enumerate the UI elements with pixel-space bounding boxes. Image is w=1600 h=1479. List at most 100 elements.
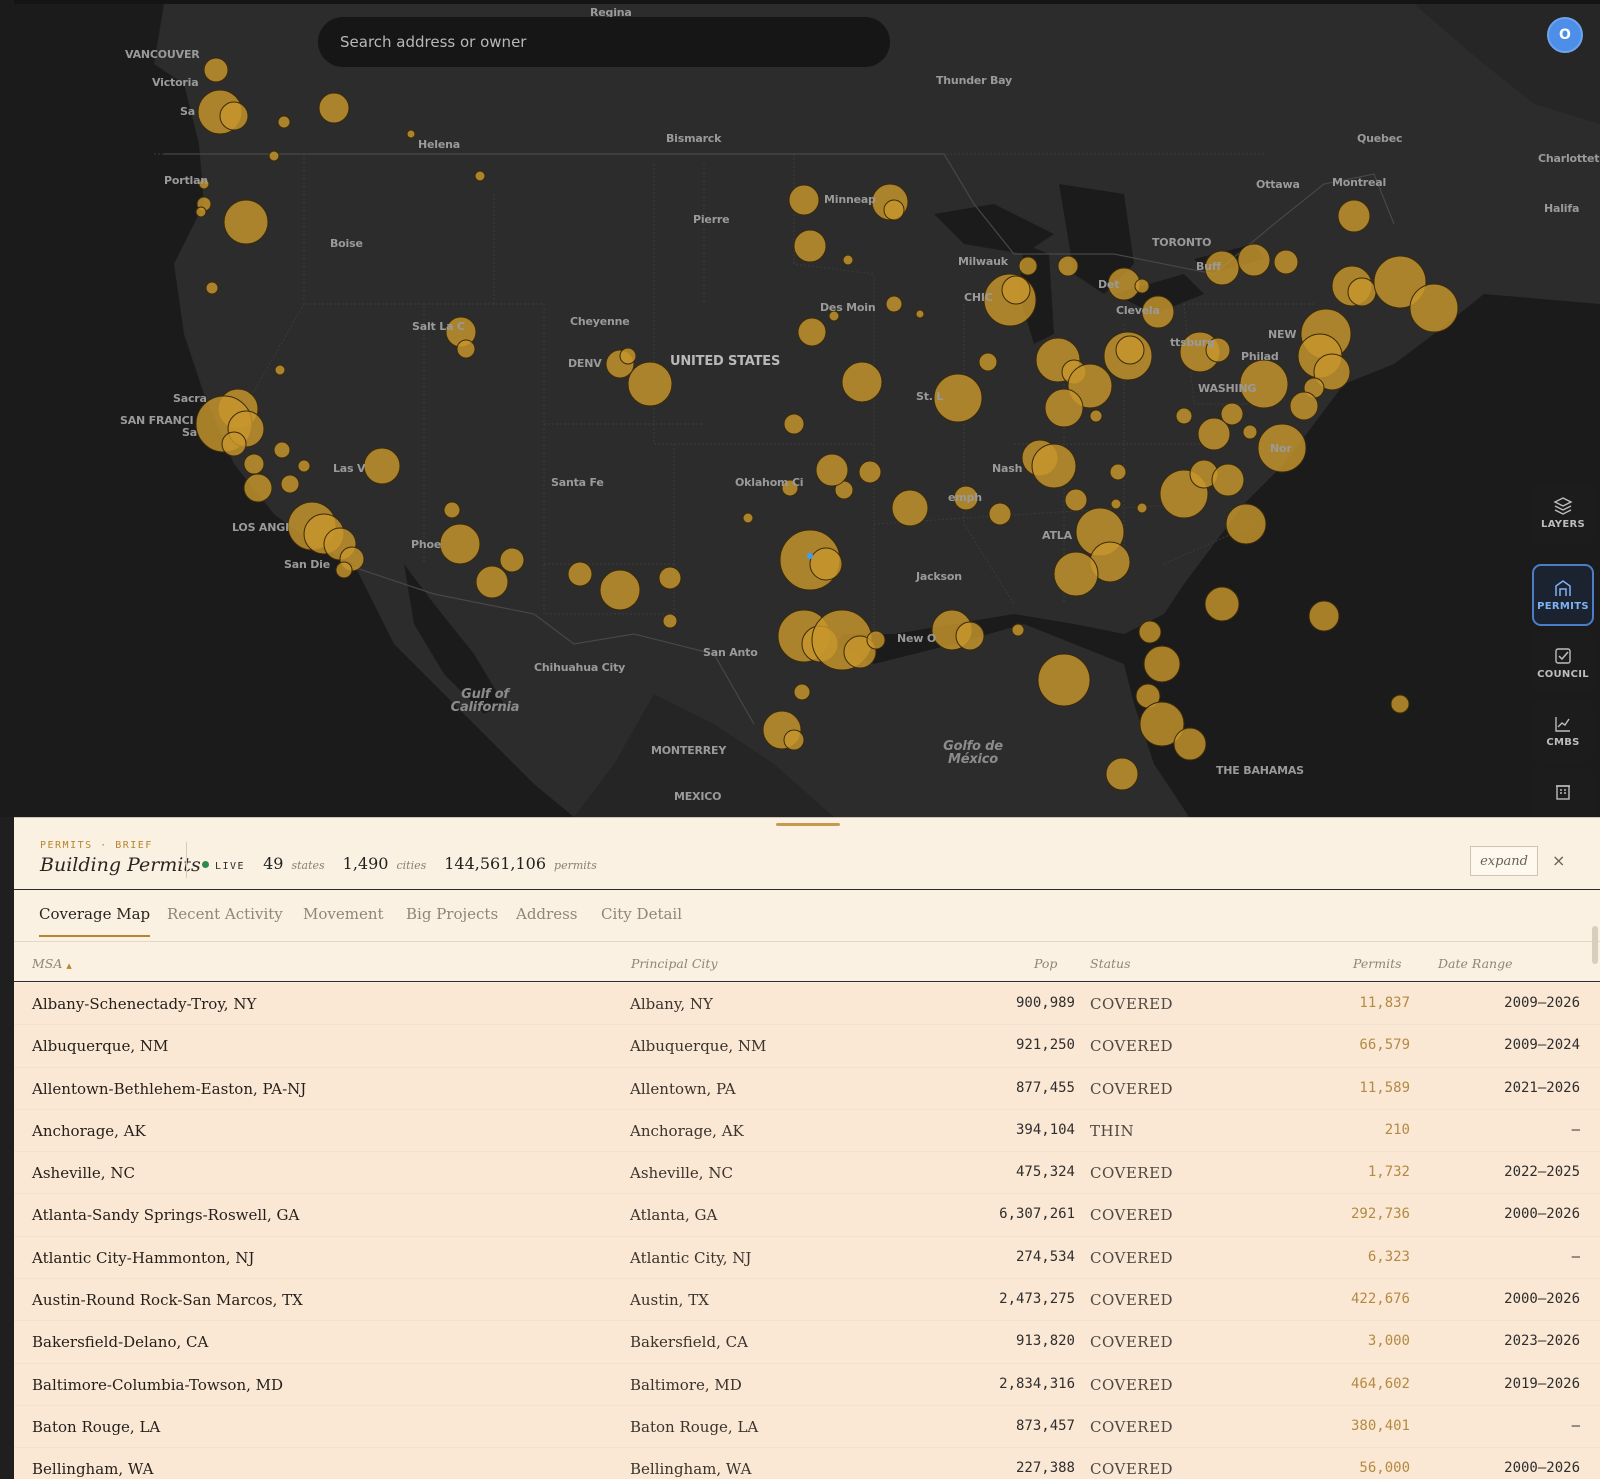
table-row[interactable]: Allentown-Bethlehem-Easton, PA-NJ Allento… [14,1067,1600,1110]
permit-bubble[interactable] [567,561,593,587]
permit-bubble[interactable] [1064,488,1088,512]
permit-bubble[interactable] [883,199,905,221]
table-row[interactable]: Anchorage, AK Anchorage, AK 394,104 THIN 210… [14,1109,1600,1153]
permit-bubble[interactable] [1089,409,1103,423]
permit-bubble[interactable] [475,565,509,599]
permit-bubble[interactable] [221,431,247,457]
permit-bubble[interactable] [658,566,682,590]
permit-bubble[interactable] [456,339,476,359]
permit-bubble[interactable] [809,547,843,581]
permit-bubble[interactable] [1289,391,1319,421]
permit-bubble[interactable] [1308,600,1340,632]
permit-bubble[interactable] [274,364,286,376]
permit-bubble[interactable] [1409,283,1459,333]
permit-bubble[interactable] [1110,498,1122,510]
permit-bubble[interactable] [793,229,827,263]
permit-bubble[interactable] [223,199,269,245]
table-row[interactable]: Baltimore-Columbia-Towson, MD Baltimore, … [14,1363,1600,1406]
permit-bubble[interactable] [335,561,353,579]
tab-city-detail[interactable]: City Detail [601,905,682,935]
permit-bubble[interactable] [662,613,678,629]
permit-bubble[interactable] [363,447,401,485]
permit-bubble[interactable] [268,150,280,162]
permit-bubble[interactable] [891,489,929,527]
expand-button[interactable]: expand [1470,846,1538,876]
table-row[interactable]: Baton Rouge, LA Baton Rouge, LA 873,457 COV… [14,1405,1600,1449]
permit-bubble[interactable] [1347,277,1377,307]
permit-bubble[interactable] [297,459,311,473]
permit-bubble[interactable] [1018,256,1038,276]
permit-bubble[interactable] [955,621,985,651]
permit-bubble[interactable] [439,523,481,565]
col-principal-city[interactable]: Principal City [631,956,718,971]
permit-bubble[interactable] [1031,443,1077,489]
permit-bubble[interactable] [195,206,207,218]
tab-address[interactable]: Address [516,905,577,935]
permit-bubble[interactable] [203,57,229,83]
permit-bubble[interactable] [858,460,882,484]
tab-coverage-map[interactable]: Coverage Map [39,905,151,937]
permit-bubble[interactable] [1053,551,1099,597]
permit-bubble[interactable] [783,413,805,435]
building-button[interactable] [1532,768,1594,817]
permit-bubble[interactable] [1211,463,1245,497]
tab-recent-activity[interactable]: Recent Activity [167,905,283,935]
col-msa[interactable]: MSA ▲ [32,956,72,971]
council-button[interactable]: COUNCIL [1532,632,1594,694]
permit-bubble[interactable] [1390,694,1410,714]
permit-bubble[interactable] [742,512,754,524]
permit-bubble[interactable] [1134,278,1150,294]
col-date-range[interactable]: Date Range [1438,956,1512,971]
permit-bubble[interactable] [1220,402,1244,426]
table-row[interactable]: Albany-Schenectady-Troy, NY Albany, NY 900… [14,983,1600,1026]
permit-bubble[interactable] [277,115,291,129]
permit-bubble[interactable] [915,309,925,319]
permit-bubble[interactable] [1242,424,1258,440]
permit-bubble[interactable] [788,184,820,216]
permits-button[interactable]: PERMITS [1532,564,1594,626]
search-input[interactable] [340,33,890,51]
permit-bubble[interactable] [1204,586,1240,622]
close-icon[interactable]: × [1552,851,1565,870]
permit-bubble[interactable] [793,683,811,701]
permit-bubble[interactable] [205,281,219,295]
table-row[interactable]: Austin-Round Rock-San Marcos, TX Austin, … [14,1279,1600,1322]
permit-bubble[interactable] [866,630,886,650]
permit-bubble[interactable] [988,502,1012,526]
scrollbar-thumb[interactable] [1592,926,1598,964]
permit-bubble[interactable] [599,569,641,611]
permit-bubble[interactable] [474,170,486,182]
permit-bubble[interactable] [1037,653,1091,707]
permit-bubble[interactable] [1143,645,1181,683]
cmbs-button[interactable]: CMBS [1532,700,1594,762]
table-row[interactable]: Albuquerque, NM Albuquerque, NM 921,250 COV… [14,1025,1600,1068]
permit-bubble[interactable] [273,441,291,459]
permit-bubble[interactable] [1225,503,1267,545]
user-avatar[interactable]: O [1547,17,1583,53]
permit-bubble[interactable] [815,453,849,487]
permit-bubble[interactable] [1057,255,1079,277]
permit-bubble[interactable] [627,361,673,407]
permit-bubble[interactable] [619,347,637,365]
permit-bubble[interactable] [783,729,805,751]
permit-bubble[interactable] [1337,199,1371,233]
permit-bubble[interactable] [841,361,883,403]
permit-bubble[interactable] [243,453,265,475]
permit-bubble[interactable] [499,547,525,573]
permit-bubble[interactable] [842,254,854,266]
permit-bubble[interactable] [1044,388,1084,428]
permit-bubble[interactable] [885,295,903,313]
permit-bubble[interactable] [797,317,827,347]
permit-bubble[interactable] [1175,407,1193,425]
search-bar[interactable] [318,17,890,67]
permit-bubble[interactable] [1115,335,1145,365]
permit-bubble[interactable] [280,474,300,494]
table-row[interactable]: Bellingham, WA Bellingham, WA 227,388 COVER… [14,1448,1600,1479]
table-row[interactable]: Atlanta-Sandy Springs-Roswell, GA Atlanta… [14,1194,1600,1237]
permit-bubble[interactable] [1273,249,1299,275]
permit-bubble[interactable] [1011,623,1025,637]
permit-bubble[interactable] [1109,463,1127,481]
permit-bubble[interactable] [1138,620,1162,644]
col-status[interactable]: Status [1090,956,1131,971]
tab-movement[interactable]: Movement [303,905,384,935]
